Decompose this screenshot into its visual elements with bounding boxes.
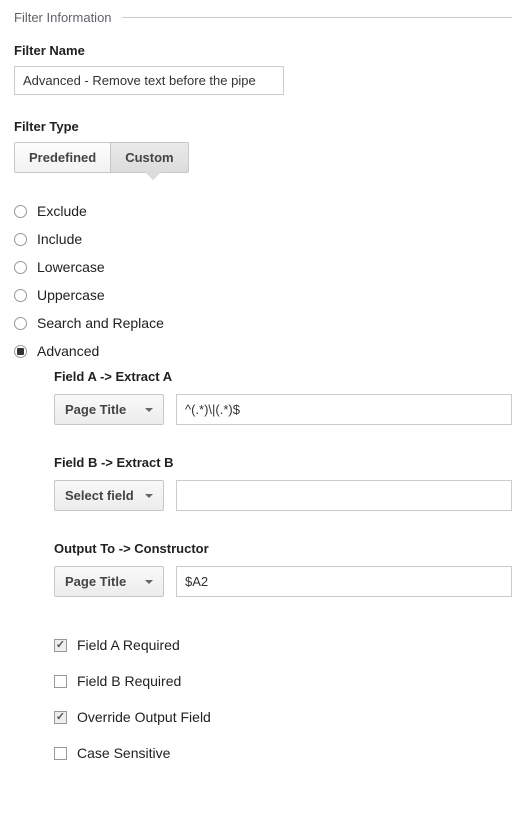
advanced-fields: Field A -> Extract A Page Title Field B … bbox=[54, 369, 512, 771]
radio-icon bbox=[14, 345, 27, 358]
radio-exclude-label: Exclude bbox=[37, 203, 87, 219]
custom-button[interactable]: Custom bbox=[110, 143, 187, 172]
radio-search-replace[interactable]: Search and Replace bbox=[14, 309, 512, 337]
radio-advanced-label: Advanced bbox=[37, 343, 99, 359]
field-a-select-label: Page Title bbox=[65, 402, 126, 417]
radio-uppercase-label: Uppercase bbox=[37, 287, 105, 303]
filter-name-label: Filter Name bbox=[14, 43, 512, 58]
field-a-select[interactable]: Page Title bbox=[54, 394, 164, 425]
radio-include[interactable]: Include bbox=[14, 225, 512, 253]
field-a-title: Field A -> Extract A bbox=[54, 369, 512, 384]
radio-include-label: Include bbox=[37, 231, 82, 247]
field-b-select-label: Select field bbox=[65, 488, 134, 503]
field-b-regex-input[interactable] bbox=[176, 480, 512, 511]
radio-search-replace-label: Search and Replace bbox=[37, 315, 164, 331]
filter-type-label: Filter Type bbox=[14, 119, 512, 134]
output-title: Output To -> Constructor bbox=[54, 541, 512, 556]
checkbox-override-output[interactable]: Override Output Field bbox=[54, 699, 512, 735]
section-header: Filter Information bbox=[14, 10, 512, 25]
field-b-title: Field B -> Extract B bbox=[54, 455, 512, 470]
radio-icon bbox=[14, 317, 27, 330]
radio-icon bbox=[14, 233, 27, 246]
radio-icon bbox=[14, 261, 27, 274]
advanced-checkbox-list: Field A Required Field B Required Overri… bbox=[54, 627, 512, 771]
radio-icon bbox=[14, 205, 27, 218]
chevron-down-icon bbox=[145, 580, 153, 584]
predefined-button[interactable]: Predefined bbox=[15, 143, 110, 172]
output-value-input[interactable] bbox=[176, 566, 512, 597]
field-a-regex-input[interactable] bbox=[176, 394, 512, 425]
field-b-select[interactable]: Select field bbox=[54, 480, 164, 511]
checkbox-field-b-required-label: Field B Required bbox=[77, 673, 181, 689]
field-b-block: Field B -> Extract B Select field bbox=[54, 455, 512, 511]
checkbox-case-sensitive[interactable]: Case Sensitive bbox=[54, 735, 512, 771]
output-select[interactable]: Page Title bbox=[54, 566, 164, 597]
radio-exclude[interactable]: Exclude bbox=[14, 197, 512, 225]
radio-icon bbox=[14, 289, 27, 302]
checkbox-override-label: Override Output Field bbox=[77, 709, 211, 725]
radio-lowercase[interactable]: Lowercase bbox=[14, 253, 512, 281]
output-select-label: Page Title bbox=[65, 574, 126, 589]
radio-uppercase[interactable]: Uppercase bbox=[14, 281, 512, 309]
toggle-pointer-icon bbox=[145, 172, 161, 180]
divider-line bbox=[122, 17, 512, 18]
checkbox-icon bbox=[54, 675, 67, 688]
checkbox-icon bbox=[54, 711, 67, 724]
filter-name-input[interactable] bbox=[14, 66, 284, 95]
field-a-block: Field A -> Extract A Page Title bbox=[54, 369, 512, 425]
filter-type-toggle: Predefined Custom bbox=[14, 142, 189, 173]
checkbox-icon bbox=[54, 639, 67, 652]
checkbox-field-b-required[interactable]: Field B Required bbox=[54, 663, 512, 699]
section-title: Filter Information bbox=[14, 10, 112, 25]
radio-lowercase-label: Lowercase bbox=[37, 259, 105, 275]
radio-advanced[interactable]: Advanced bbox=[14, 337, 512, 365]
chevron-down-icon bbox=[145, 408, 153, 412]
checkbox-field-a-required[interactable]: Field A Required bbox=[54, 627, 512, 663]
output-block: Output To -> Constructor Page Title bbox=[54, 541, 512, 597]
checkbox-case-sensitive-label: Case Sensitive bbox=[77, 745, 170, 761]
checkbox-icon bbox=[54, 747, 67, 760]
filter-mode-radios: Exclude Include Lowercase Uppercase Sear… bbox=[14, 197, 512, 771]
checkbox-field-a-required-label: Field A Required bbox=[77, 637, 180, 653]
chevron-down-icon bbox=[145, 494, 153, 498]
